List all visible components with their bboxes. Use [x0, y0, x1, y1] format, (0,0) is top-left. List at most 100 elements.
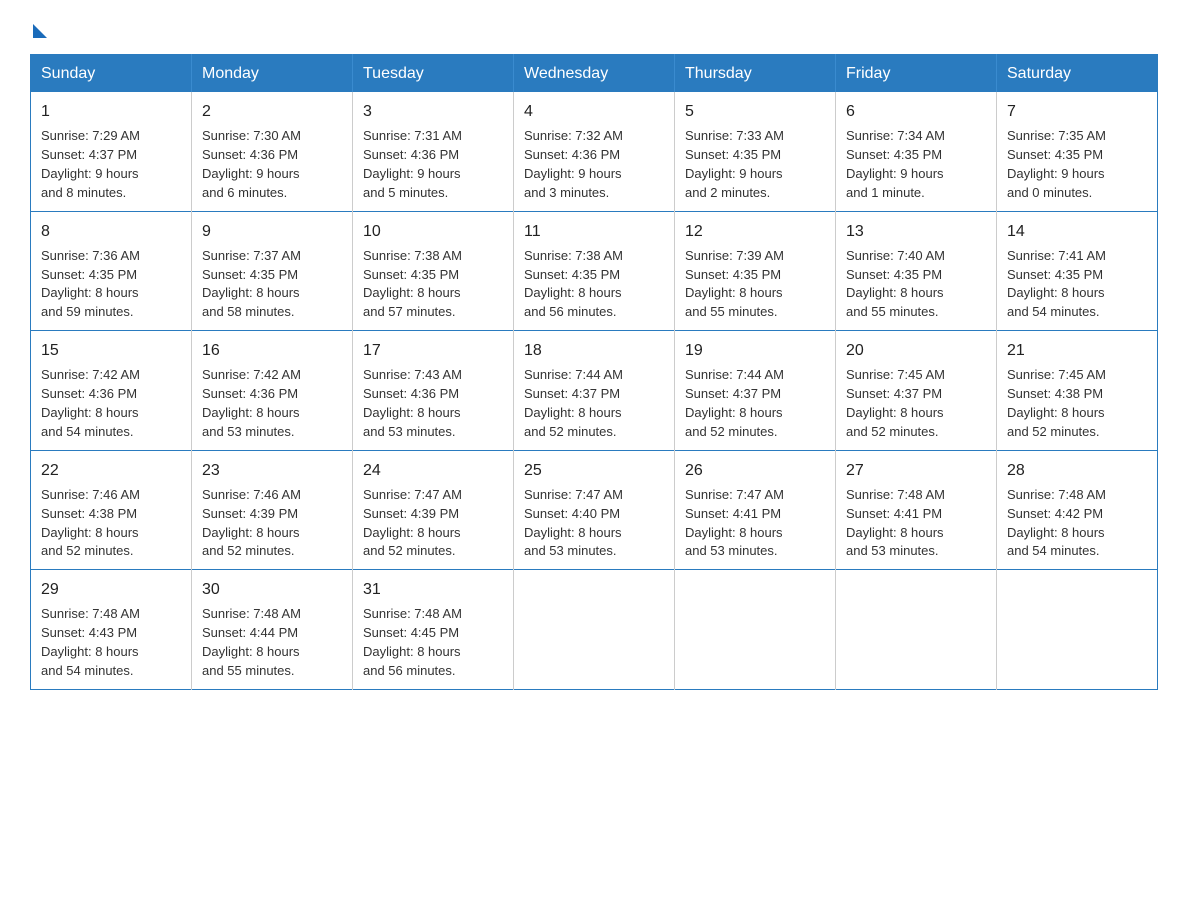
day-info: Sunrise: 7:41 AMSunset: 4:35 PMDaylight:… — [1007, 248, 1106, 320]
calendar-week-row: 29Sunrise: 7:48 AMSunset: 4:43 PMDayligh… — [31, 570, 1158, 690]
calendar-day-cell: 14 Sunrise: 7:41 AMSunset: 4:35 PMDayligh… — [997, 211, 1158, 331]
calendar-day-cell: 26 Sunrise: 7:47 AMSunset: 4:41 PMDayligh… — [675, 450, 836, 570]
calendar-day-cell: 18 Sunrise: 7:44 AMSunset: 4:37 PMDayligh… — [514, 331, 675, 451]
day-info: Sunrise: 7:38 AMSunset: 4:35 PMDaylight:… — [524, 248, 623, 320]
day-info: Sunrise: 7:38 AMSunset: 4:35 PMDaylight:… — [363, 248, 462, 320]
calendar-day-cell: 19 Sunrise: 7:44 AMSunset: 4:37 PMDayligh… — [675, 331, 836, 451]
calendar-week-row: 15 Sunrise: 7:42 AMSunset: 4:36 PMDayligh… — [31, 331, 1158, 451]
day-of-week-header: Monday — [192, 55, 353, 92]
day-number: 18 — [524, 339, 664, 362]
day-info: Sunrise: 7:40 AMSunset: 4:35 PMDaylight:… — [846, 248, 945, 320]
day-info: Sunrise: 7:37 AMSunset: 4:35 PMDaylight:… — [202, 248, 301, 320]
day-info: Sunrise: 7:44 AMSunset: 4:37 PMDaylight:… — [685, 367, 784, 439]
day-of-week-header: Sunday — [31, 55, 192, 92]
calendar-week-row: 8 Sunrise: 7:36 AMSunset: 4:35 PMDaylight… — [31, 211, 1158, 331]
calendar-day-cell: 27 Sunrise: 7:48 AMSunset: 4:41 PMDayligh… — [836, 450, 997, 570]
day-number: 10 — [363, 220, 503, 243]
day-number: 17 — [363, 339, 503, 362]
calendar-day-cell — [514, 570, 675, 690]
calendar-day-cell — [836, 570, 997, 690]
day-info: Sunrise: 7:34 AMSunset: 4:35 PMDaylight:… — [846, 128, 945, 200]
calendar-day-cell: 21 Sunrise: 7:45 AMSunset: 4:38 PMDayligh… — [997, 331, 1158, 451]
calendar-day-cell — [675, 570, 836, 690]
day-number: 12 — [685, 220, 825, 243]
day-number: 24 — [363, 459, 503, 482]
calendar-day-cell: 23 Sunrise: 7:46 AMSunset: 4:39 PMDayligh… — [192, 450, 353, 570]
day-info: Sunrise: 7:46 AMSunset: 4:38 PMDaylight:… — [41, 487, 140, 559]
calendar-day-cell: 11 Sunrise: 7:38 AMSunset: 4:35 PMDayligh… — [514, 211, 675, 331]
day-info: Sunrise: 7:45 AMSunset: 4:37 PMDaylight:… — [846, 367, 945, 439]
calendar-day-cell: 12Sunrise: 7:39 AMSunset: 4:35 PMDayligh… — [675, 211, 836, 331]
day-number: 2 — [202, 100, 342, 123]
day-info: Sunrise: 7:31 AMSunset: 4:36 PMDaylight:… — [363, 128, 462, 200]
calendar-day-cell: 13 Sunrise: 7:40 AMSunset: 4:35 PMDayligh… — [836, 211, 997, 331]
page-header — [30, 20, 1158, 34]
day-info: Sunrise: 7:32 AMSunset: 4:36 PMDaylight:… — [524, 128, 623, 200]
day-of-week-header: Friday — [836, 55, 997, 92]
calendar-header-row: SundayMondayTuesdayWednesdayThursdayFrid… — [31, 55, 1158, 92]
day-number: 1 — [41, 100, 181, 123]
day-number: 15 — [41, 339, 181, 362]
day-number: 7 — [1007, 100, 1147, 123]
day-info: Sunrise: 7:43 AMSunset: 4:36 PMDaylight:… — [363, 367, 462, 439]
day-number: 30 — [202, 578, 342, 601]
day-number: 11 — [524, 220, 664, 243]
day-number: 13 — [846, 220, 986, 243]
calendar-day-cell: 24 Sunrise: 7:47 AMSunset: 4:39 PMDayligh… — [353, 450, 514, 570]
calendar-day-cell: 17 Sunrise: 7:43 AMSunset: 4:36 PMDayligh… — [353, 331, 514, 451]
calendar-day-cell: 6 Sunrise: 7:34 AMSunset: 4:35 PMDaylight… — [836, 92, 997, 212]
day-number: 28 — [1007, 459, 1147, 482]
day-info: Sunrise: 7:45 AMSunset: 4:38 PMDaylight:… — [1007, 367, 1106, 439]
day-number: 27 — [846, 459, 986, 482]
calendar-day-cell: 31Sunrise: 7:48 AMSunset: 4:45 PMDayligh… — [353, 570, 514, 690]
logo — [30, 20, 47, 34]
calendar-week-row: 1Sunrise: 7:29 AMSunset: 4:37 PMDaylight… — [31, 92, 1158, 212]
day-number: 21 — [1007, 339, 1147, 362]
day-of-week-header: Tuesday — [353, 55, 514, 92]
day-number: 5 — [685, 100, 825, 123]
day-number: 22 — [41, 459, 181, 482]
logo-arrow-icon — [33, 24, 47, 38]
day-info: Sunrise: 7:42 AMSunset: 4:36 PMDaylight:… — [202, 367, 301, 439]
calendar-day-cell: 16Sunrise: 7:42 AMSunset: 4:36 PMDayligh… — [192, 331, 353, 451]
day-info: Sunrise: 7:46 AMSunset: 4:39 PMDaylight:… — [202, 487, 301, 559]
day-number: 25 — [524, 459, 664, 482]
calendar-day-cell: 1Sunrise: 7:29 AMSunset: 4:37 PMDaylight… — [31, 92, 192, 212]
calendar-day-cell: 30 Sunrise: 7:48 AMSunset: 4:44 PMDayligh… — [192, 570, 353, 690]
day-info: Sunrise: 7:42 AMSunset: 4:36 PMDaylight:… — [41, 367, 140, 439]
calendar-day-cell: 8 Sunrise: 7:36 AMSunset: 4:35 PMDaylight… — [31, 211, 192, 331]
day-info: Sunrise: 7:35 AMSunset: 4:35 PMDaylight:… — [1007, 128, 1106, 200]
day-of-week-header: Saturday — [997, 55, 1158, 92]
calendar-day-cell: 29Sunrise: 7:48 AMSunset: 4:43 PMDayligh… — [31, 570, 192, 690]
day-info: Sunrise: 7:48 AMSunset: 4:42 PMDaylight:… — [1007, 487, 1106, 559]
calendar-day-cell: 5 Sunrise: 7:33 AMSunset: 4:35 PMDaylight… — [675, 92, 836, 212]
day-number: 23 — [202, 459, 342, 482]
day-number: 20 — [846, 339, 986, 362]
day-info: Sunrise: 7:36 AMSunset: 4:35 PMDaylight:… — [41, 248, 140, 320]
day-number: 19 — [685, 339, 825, 362]
day-of-week-header: Wednesday — [514, 55, 675, 92]
day-number: 26 — [685, 459, 825, 482]
day-info: Sunrise: 7:48 AMSunset: 4:44 PMDaylight:… — [202, 606, 301, 678]
calendar-day-cell — [997, 570, 1158, 690]
calendar-table: SundayMondayTuesdayWednesdayThursdayFrid… — [30, 54, 1158, 690]
day-info: Sunrise: 7:48 AMSunset: 4:43 PMDaylight:… — [41, 606, 140, 678]
calendar-day-cell: 3Sunrise: 7:31 AMSunset: 4:36 PMDaylight… — [353, 92, 514, 212]
day-info: Sunrise: 7:44 AMSunset: 4:37 PMDaylight:… — [524, 367, 623, 439]
day-info: Sunrise: 7:47 AMSunset: 4:41 PMDaylight:… — [685, 487, 784, 559]
day-number: 31 — [363, 578, 503, 601]
calendar-day-cell: 15 Sunrise: 7:42 AMSunset: 4:36 PMDayligh… — [31, 331, 192, 451]
calendar-day-cell: 10 Sunrise: 7:38 AMSunset: 4:35 PMDayligh… — [353, 211, 514, 331]
day-info: Sunrise: 7:33 AMSunset: 4:35 PMDaylight:… — [685, 128, 784, 200]
day-info: Sunrise: 7:47 AMSunset: 4:39 PMDaylight:… — [363, 487, 462, 559]
day-number: 8 — [41, 220, 181, 243]
day-number: 6 — [846, 100, 986, 123]
calendar-day-cell: 4 Sunrise: 7:32 AMSunset: 4:36 PMDaylight… — [514, 92, 675, 212]
day-number: 14 — [1007, 220, 1147, 243]
day-number: 4 — [524, 100, 664, 123]
calendar-day-cell: 9 Sunrise: 7:37 AMSunset: 4:35 PMDaylight… — [192, 211, 353, 331]
calendar-week-row: 22 Sunrise: 7:46 AMSunset: 4:38 PMDayligh… — [31, 450, 1158, 570]
day-info: Sunrise: 7:48 AMSunset: 4:41 PMDaylight:… — [846, 487, 945, 559]
day-number: 9 — [202, 220, 342, 243]
calendar-day-cell: 28 Sunrise: 7:48 AMSunset: 4:42 PMDayligh… — [997, 450, 1158, 570]
